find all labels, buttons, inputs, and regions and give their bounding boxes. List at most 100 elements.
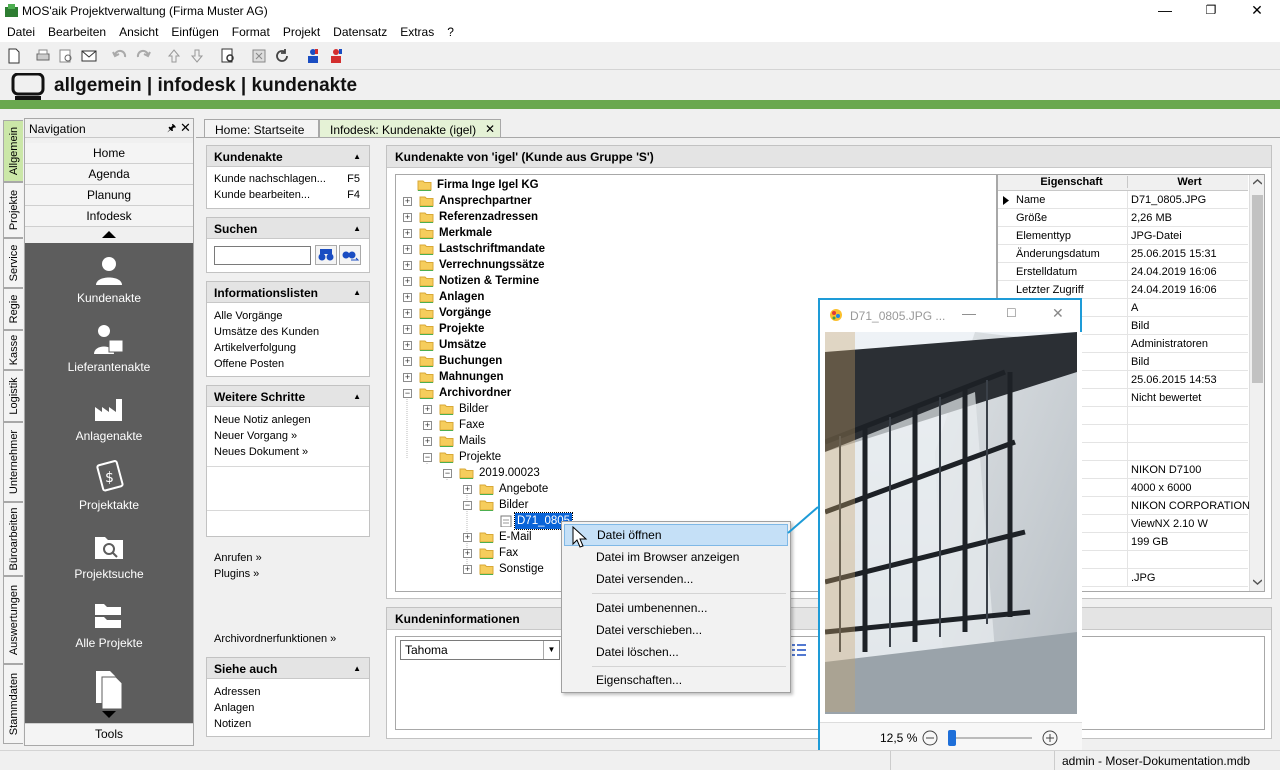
menu-item-datei-im-browser[interactable]: Datei im Browser anzeigen (564, 546, 788, 568)
menu-item-datei-loeschen[interactable]: Datei löschen... (564, 641, 788, 663)
property-row[interactable]: Erstelldatum 24.04.2019 16:06 (998, 263, 1248, 281)
scroll-down-icon[interactable] (1253, 579, 1262, 585)
font-select[interactable]: Tahoma ▼ (400, 640, 560, 660)
menu-item-datei-oeffnen[interactable]: Datei öffnen (564, 524, 788, 546)
link-artikelverfolgung[interactable]: Artikelverfolgung (214, 340, 362, 356)
zoom-out-icon[interactable] (922, 730, 938, 746)
menu-projekt[interactable]: Projekt (276, 22, 326, 39)
collapse-icon[interactable]: − (423, 453, 432, 462)
tree-node[interactable]: + Lastschriftmandate (396, 241, 996, 257)
nav-item-alle-projekte[interactable]: Alle Projekte (25, 598, 193, 650)
props-scrollbar[interactable] (1249, 175, 1264, 591)
expand-icon[interactable]: + (403, 357, 412, 366)
tree-node[interactable]: + Referenzadressen (396, 209, 996, 225)
vtab-projekte[interactable]: Projekte (3, 182, 23, 238)
search-input[interactable] (214, 246, 311, 265)
link-neue-notiz[interactable]: Neue Notiz anlegen (214, 412, 362, 428)
collapse-icon[interactable]: ▲ (353, 664, 361, 673)
arrow-up-icon[interactable] (165, 47, 183, 65)
tab-home-startseite[interactable]: Home: Startseite (204, 119, 319, 138)
expand-icon[interactable]: + (403, 373, 412, 382)
nav-item-anlagenakte[interactable]: Anlagenakte (25, 391, 193, 443)
expand-icon[interactable]: + (403, 325, 412, 334)
property-row[interactable]: Letzter Zugriff 24.04.2019 16:06 (998, 281, 1248, 299)
link-anlagen[interactable]: Anlagen (214, 700, 362, 716)
vtab-auswertungen[interactable]: Auswertungen (3, 576, 23, 664)
scroll-thumb[interactable] (1252, 195, 1263, 383)
scroll-up-icon[interactable] (1253, 179, 1262, 185)
vtab-regie[interactable]: Regie (3, 288, 23, 330)
zoom-slider-track[interactable] (948, 737, 1032, 739)
expand-icon[interactable]: + (403, 213, 412, 222)
menu-datei[interactable]: Datei (0, 22, 41, 39)
nav-item-kundenakte[interactable]: Kundenakte (25, 253, 193, 305)
chevron-down-icon[interactable]: ▼ (543, 641, 559, 659)
scroll-down-icon[interactable] (102, 710, 116, 719)
zoom-in-icon[interactable] (1042, 730, 1058, 746)
user-blue-icon[interactable] (304, 47, 322, 65)
menu-item-datei-versenden[interactable]: Datei versenden... (564, 568, 788, 590)
collapse-icon[interactable]: ▲ (353, 392, 361, 401)
nav-home-button[interactable]: Home (25, 143, 193, 164)
tree-node[interactable]: + Merkmale (396, 225, 996, 241)
vtab-unternehmer[interactable]: Unternehmer (3, 422, 23, 502)
expand-icon[interactable]: + (423, 437, 432, 446)
collapse-icon[interactable]: − (463, 501, 472, 510)
print-icon[interactable] (34, 47, 52, 65)
link-notizen[interactable]: Notizen (214, 716, 362, 732)
close-icon[interactable]: ✕ (180, 120, 191, 136)
expand-icon[interactable]: + (403, 309, 412, 318)
menu-item-datei-umbenennen[interactable]: Datei umbenennen... (564, 597, 788, 619)
refresh-icon[interactable] (273, 47, 291, 65)
nav-infodesk-button[interactable]: Infodesk (25, 206, 193, 227)
link-plugins[interactable]: Plugins » (214, 566, 362, 582)
menu-ansicht[interactable]: Ansicht (112, 22, 164, 39)
tree-node[interactable]: + Ansprechpartner (396, 193, 996, 209)
expand-icon[interactable]: + (403, 293, 412, 302)
nav-agenda-button[interactable]: Agenda (25, 164, 193, 185)
viewer-close-button[interactable]: ✕ (1052, 305, 1064, 322)
binoculars-icon[interactable] (315, 245, 337, 265)
vtab-kasse[interactable]: Kasse (3, 330, 23, 370)
menu-format[interactable]: Format (225, 22, 276, 39)
tree-node[interactable]: + Notizen & Termine (396, 273, 996, 289)
link-offene-posten[interactable]: Offene Posten (214, 356, 362, 372)
expand-icon[interactable]: + (463, 533, 472, 542)
menu-datensatz[interactable]: Datensatz (326, 22, 393, 39)
document-search-icon[interactable] (219, 47, 237, 65)
vtab-bueroarbeiten[interactable]: Büroarbeiten (3, 502, 23, 576)
menu-item-datei-verschieben[interactable]: Datei verschieben... (564, 619, 788, 641)
link-neuer-vorgang[interactable]: Neuer Vorgang » (214, 428, 362, 444)
vtab-logistik[interactable]: Logistik (3, 370, 23, 422)
expand-icon[interactable]: + (463, 549, 472, 558)
list-icon[interactable] (792, 644, 806, 656)
collapse-icon[interactable]: − (443, 469, 452, 478)
redo-icon[interactable] (134, 47, 152, 65)
cancel-icon[interactable] (250, 47, 268, 65)
property-row[interactable]: Name D71_0805.JPG (998, 191, 1248, 209)
arrow-down-icon[interactable] (188, 47, 206, 65)
menu-extras[interactable]: Extras (393, 22, 440, 39)
scroll-up-icon[interactable] (102, 230, 116, 239)
nav-item-lieferantenakte[interactable]: Lieferantenakte (25, 322, 193, 374)
link-alle-vorgaenge[interactable]: Alle Vorgänge (214, 308, 362, 324)
expand-icon[interactable]: + (423, 421, 432, 430)
advanced-search-icon[interactable] (339, 245, 361, 265)
link-anrufen[interactable]: Anrufen » (214, 550, 362, 566)
user-red-icon[interactable] (327, 47, 345, 65)
tab-infodesk-kundenakte[interactable]: Infodesk: Kundenakte (igel) ✕ (319, 119, 501, 138)
expand-icon[interactable]: + (423, 405, 432, 414)
link-neues-dokument[interactable]: Neues Dokument » (214, 444, 362, 460)
nav-tools-button[interactable]: Tools (25, 723, 193, 745)
nav-planung-button[interactable]: Planung (25, 185, 193, 206)
zoom-slider-thumb[interactable] (948, 730, 956, 746)
expand-icon[interactable]: + (463, 565, 472, 574)
maximize-button[interactable]: ❐ (1188, 0, 1234, 22)
nav-item-projektsuche[interactable]: Projektsuche (25, 529, 193, 581)
link-adressen[interactable]: Adressen (214, 684, 362, 700)
link-kunde-nachschlagen[interactable]: Kunde nachschlagen... F5 (214, 171, 362, 187)
collapse-icon[interactable]: − (403, 389, 412, 398)
tab-close-icon[interactable]: ✕ (485, 122, 495, 136)
expand-icon[interactable]: + (403, 197, 412, 206)
viewer-maximize-button[interactable]: ☐ (1006, 306, 1017, 320)
